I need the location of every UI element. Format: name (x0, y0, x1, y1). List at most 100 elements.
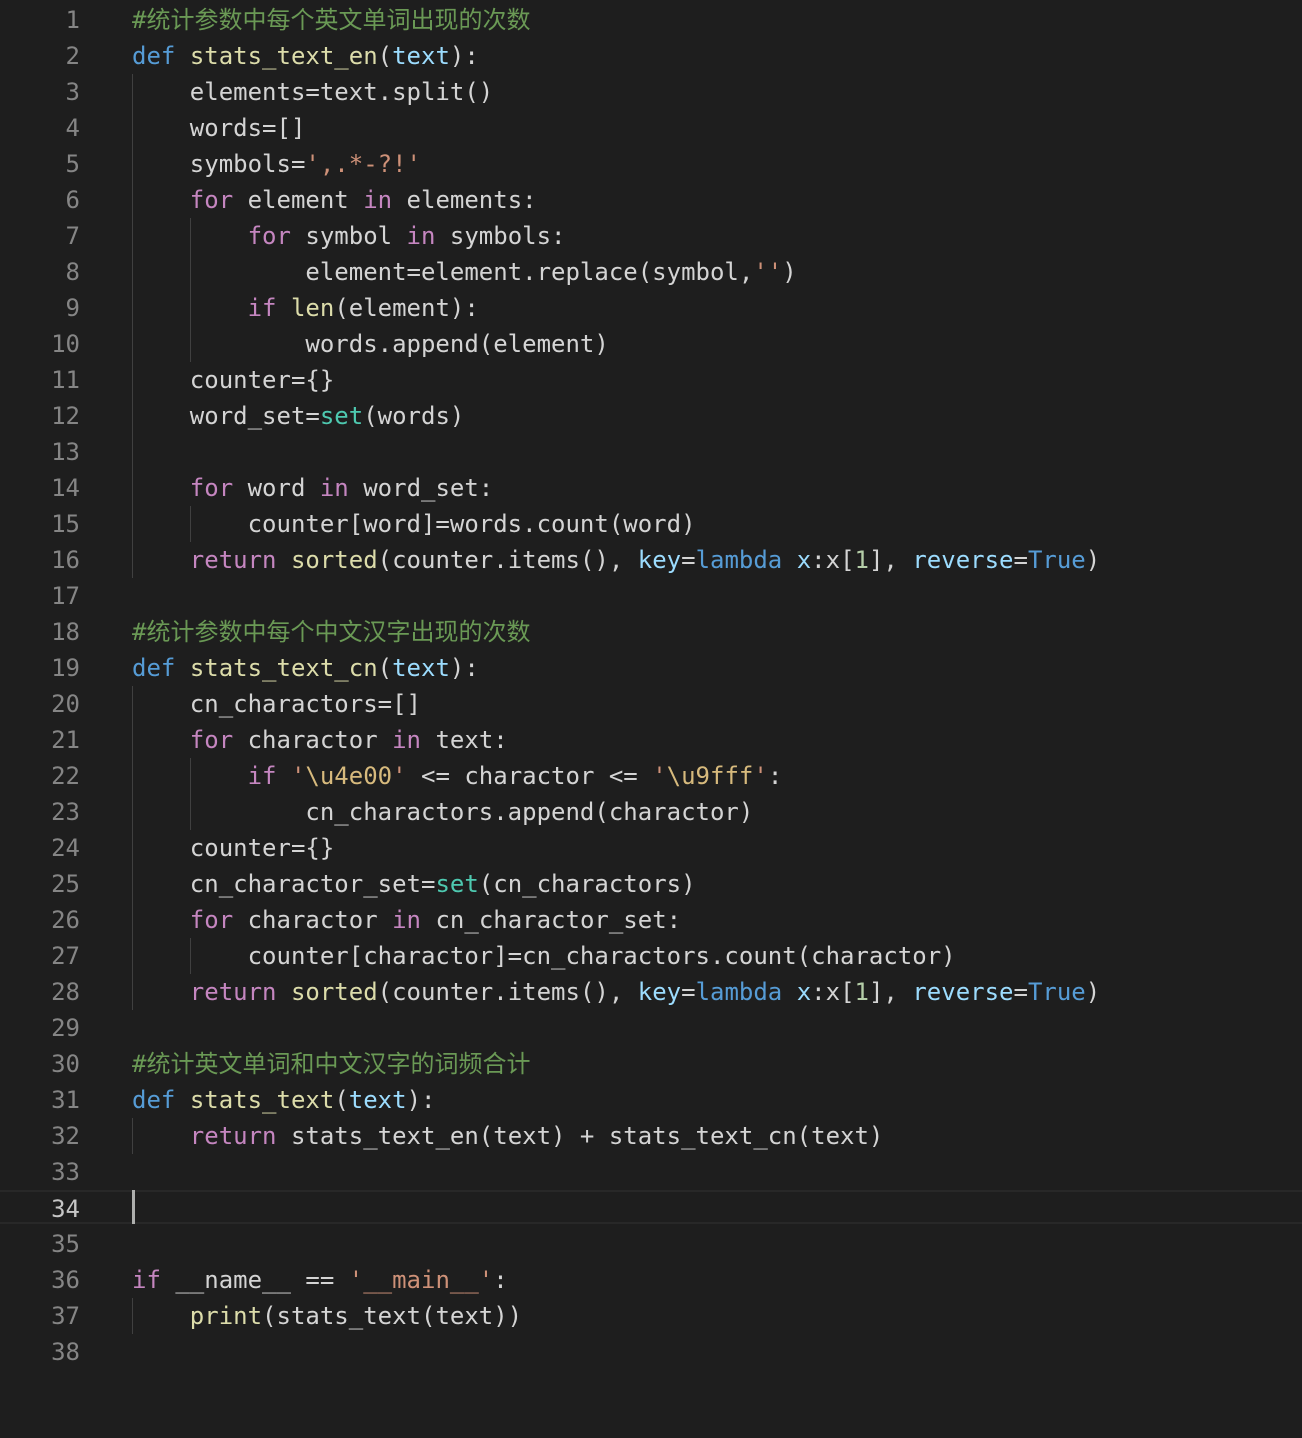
code-text: elements=text.split() (132, 78, 494, 106)
line-number: 38 (51, 1338, 80, 1366)
line-number: 36 (51, 1266, 80, 1294)
line-number: 35 (51, 1230, 80, 1258)
code-text: counter={} (132, 366, 335, 394)
code-line[interactable]: 18 #统计参数中每个中文汉字出现的次数 (0, 614, 1302, 650)
code-line[interactable]: 38 (0, 1334, 1302, 1370)
line-number: 34 (51, 1195, 80, 1223)
line-number: 32 (51, 1122, 80, 1150)
line-number: 14 (51, 474, 80, 502)
line-number: 10 (51, 330, 80, 358)
code-text: for symbol in symbols: (247, 222, 566, 250)
code-text: #统计参数中每个中文汉字出现的次数 (132, 618, 531, 646)
code-line[interactable]: 27 counter[charactor]=cn_charactors.coun… (0, 938, 1302, 974)
line-number: 19 (51, 654, 80, 682)
code-line[interactable]: 29 (0, 1010, 1302, 1046)
code-line[interactable]: 9 if len(element): (0, 290, 1302, 326)
code-text: words=[] (132, 114, 306, 142)
line-number: 3 (65, 78, 80, 106)
line-number: 4 (65, 114, 80, 142)
line-number: 21 (51, 726, 80, 754)
code-line[interactable]: 32 return stats_text_en(text) + stats_te… (0, 1118, 1302, 1154)
line-number: 8 (65, 258, 80, 286)
code-line[interactable]: 37 print(stats_text(text)) (0, 1298, 1302, 1334)
line-number: 30 (51, 1050, 80, 1078)
line-number: 20 (51, 690, 80, 718)
code-text: if __name__ == '__main__': (132, 1266, 508, 1294)
code-line[interactable]: 24 counter={} (0, 830, 1302, 866)
line-number: 18 (51, 618, 80, 646)
code-text: counter[word]=words.count(word) (132, 510, 696, 538)
code-line[interactable]: 22 if '\u4e00' <= charactor <= '\u9fff': (0, 758, 1302, 794)
line-number: 22 (51, 762, 80, 790)
line-number: 28 (51, 978, 80, 1006)
code-text: for element in elements: (189, 186, 537, 214)
code-line[interactable]: 33 (0, 1154, 1302, 1190)
code-line[interactable]: 14 for word in word_set: (0, 470, 1302, 506)
line-number: 1 (65, 6, 80, 34)
code-text: element=element.replace(symbol,'') (132, 258, 797, 286)
code-line[interactable]: 36 if __name__ == '__main__': (0, 1262, 1302, 1298)
code-line[interactable]: 3 elements=text.split() (0, 74, 1302, 110)
text-cursor (132, 1190, 135, 1224)
line-number: 25 (51, 870, 80, 898)
code-line[interactable]: 2 def stats_text_en(text): (0, 38, 1302, 74)
line-number: 37 (51, 1302, 80, 1330)
code-text: counter={} (132, 834, 335, 862)
line-number: 24 (51, 834, 80, 862)
code-text: print(stats_text(text)) (189, 1302, 523, 1330)
line-number: 26 (51, 906, 80, 934)
code-text: word_set=set(words) (132, 402, 465, 430)
line-number: 12 (51, 402, 80, 430)
current-line[interactable]: 34 (0, 1190, 1302, 1224)
code-line[interactable]: 30 #统计英文单词和中文汉字的词频合计 (0, 1046, 1302, 1082)
code-line[interactable]: 1 #统计参数中每个英文单词出现的次数 (0, 2, 1302, 38)
code-editor[interactable]: 1 #统计参数中每个英文单词出现的次数 2 def stats_text_en(tex… (0, 0, 1302, 1438)
code-line[interactable]: 4 words=[] (0, 110, 1302, 146)
code-line[interactable]: 12 word_set=set(words) (0, 398, 1302, 434)
code-line[interactable]: 11 counter={} (0, 362, 1302, 398)
line-number: 5 (65, 150, 80, 178)
code-text: symbols=',.*-?!' (132, 150, 421, 178)
line-number: 27 (51, 942, 80, 970)
code-line[interactable]: 10 words.append(element) (0, 326, 1302, 362)
line-number: 13 (51, 438, 80, 466)
code-line[interactable]: 31 def stats_text(text): (0, 1082, 1302, 1118)
code-line[interactable]: 25 cn_charactor_set=set(cn_charactors) (0, 866, 1302, 902)
code-text: def stats_text(text): (132, 1086, 436, 1114)
code-line[interactable]: 15 counter[word]=words.count(word) (0, 506, 1302, 542)
code-text: return sorted(counter.items(), key=lambd… (189, 546, 1101, 574)
code-text: cn_charactors=[] (132, 690, 421, 718)
code-line[interactable]: 26 for charactor in cn_charactor_set: (0, 902, 1302, 938)
code-line[interactable]: 5 symbols=',.*-?!' (0, 146, 1302, 182)
code-line[interactable]: 19 def stats_text_cn(text): (0, 650, 1302, 686)
line-number: 15 (51, 510, 80, 538)
code-line[interactable]: 16 return sorted(counter.items(), key=la… (0, 542, 1302, 578)
line-number: 16 (51, 546, 80, 574)
line-number: 23 (51, 798, 80, 826)
code-line[interactable]: 35 (0, 1226, 1302, 1262)
code-text: return sorted(counter.items(), key=lambd… (189, 978, 1101, 1006)
code-text: for word in word_set: (189, 474, 494, 502)
code-line[interactable]: 20 cn_charactors=[] (0, 686, 1302, 722)
line-number: 17 (51, 582, 80, 610)
code-line[interactable]: 28 return sorted(counter.items(), key=la… (0, 974, 1302, 1010)
line-number: 31 (51, 1086, 80, 1114)
line-number: 33 (51, 1158, 80, 1186)
code-line[interactable]: 23 cn_charactors.append(charactor) (0, 794, 1302, 830)
code-line[interactable]: 17 (0, 578, 1302, 614)
code-text: cn_charactor_set=set(cn_charactors) (132, 870, 696, 898)
code-text: counter[charactor]=cn_charactors.count(c… (132, 942, 956, 970)
line-number: 29 (51, 1014, 80, 1042)
code-text: def stats_text_en(text): (132, 42, 479, 70)
code-line[interactable]: 8 element=element.replace(symbol,'') (0, 254, 1302, 290)
code-text: return stats_text_en(text) + stats_text_… (189, 1122, 884, 1150)
code-line[interactable]: 7 for symbol in symbols: (0, 218, 1302, 254)
code-text: for charactor in cn_charactor_set: (189, 906, 682, 934)
code-line[interactable]: 6 for element in elements: (0, 182, 1302, 218)
code-text: if len(element): (247, 294, 479, 322)
line-number: 6 (65, 186, 80, 214)
code-line[interactable]: 21 for charactor in text: (0, 722, 1302, 758)
code-text: words.append(element) (132, 330, 609, 358)
code-text: cn_charactors.append(charactor) (132, 798, 754, 826)
code-line[interactable]: 13 (0, 434, 1302, 470)
